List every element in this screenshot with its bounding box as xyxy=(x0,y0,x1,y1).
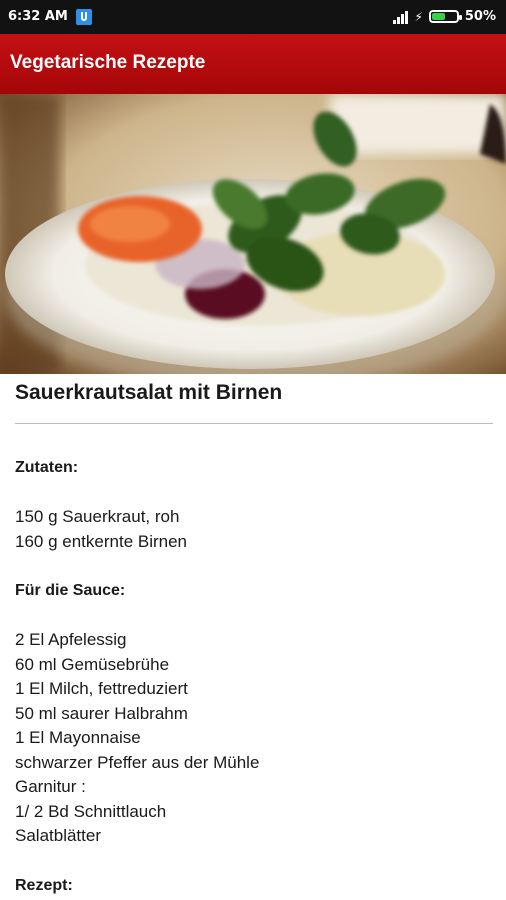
status-icons: ⚡ 50% xyxy=(393,9,496,24)
recipe-photo xyxy=(0,94,506,374)
app-bar: Vegetarische Rezepte xyxy=(0,34,506,94)
ingredient-item: 150 g Sauerkraut, roh xyxy=(15,507,180,526)
sauce-item: 1 El Milch, fettreduziert xyxy=(15,679,188,698)
sauce-heading: Für die Sauce: xyxy=(15,582,126,599)
battery-icon xyxy=(428,10,462,23)
battery-percent: 50% xyxy=(464,9,496,24)
notification-icon xyxy=(76,9,92,25)
sauce-item: 60 ml Gemüsebrühe xyxy=(15,654,170,674)
sauce-item: Garnitur : xyxy=(15,777,86,796)
signal-icon xyxy=(393,10,409,24)
sauce-item: 2 El Apfelessig xyxy=(15,630,127,649)
sauce-item: 1 El Mayonnaise xyxy=(15,728,141,747)
recipe-content: Sauerkrautsalat mit Birnen Zutaten: 150 … xyxy=(15,378,493,898)
status-bar: 6:32 AM ⚡ 50% xyxy=(0,0,506,34)
app-title: Vegetarische Rezepte xyxy=(10,52,206,73)
ingredient-item: 160 g entkernte Birnen xyxy=(15,531,188,551)
sauce-item: schwarzer Pfeffer aus der Mühle xyxy=(15,752,260,772)
charging-icon: ⚡ xyxy=(414,9,423,24)
sauce-item: 50 ml saurer Halbrahm xyxy=(15,703,188,723)
status-time: 6:32 AM xyxy=(8,9,68,24)
sauce-item: Salatblätter xyxy=(15,826,101,845)
ingredients-heading: Zutaten: xyxy=(15,459,79,476)
method-heading: Rezept: xyxy=(15,876,73,894)
sauce-item: 1/ 2 Bd Schnittlauch xyxy=(15,801,167,821)
salad-image xyxy=(0,94,506,374)
recipe-title: Sauerkrautsalat mit Birnen xyxy=(15,381,283,404)
